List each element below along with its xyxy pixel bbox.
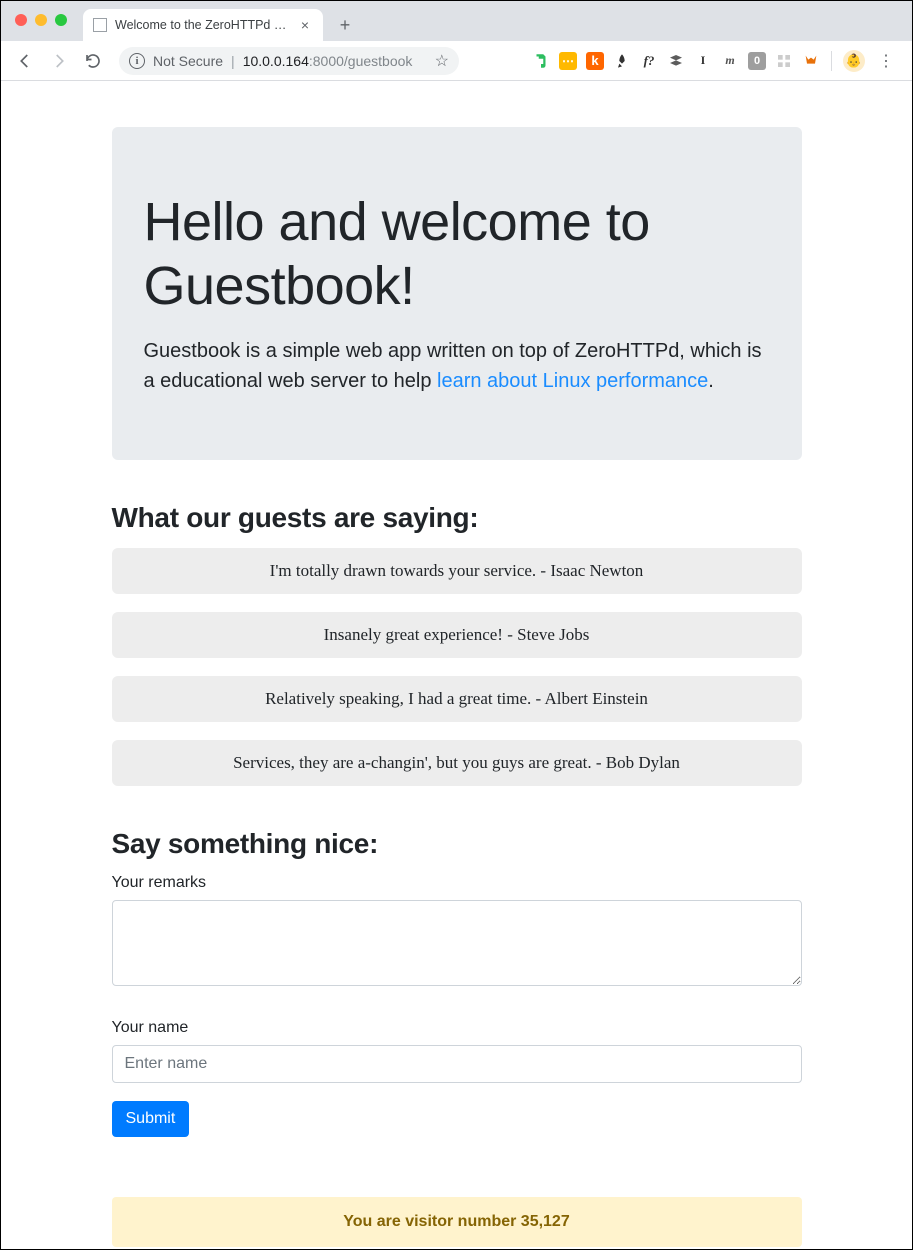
evernote-icon[interactable] (532, 52, 550, 70)
learn-link[interactable]: learn about Linux performance (437, 370, 708, 392)
site-info-icon[interactable]: i (129, 53, 145, 69)
window-controls (15, 14, 67, 26)
name-label: Your name (112, 1019, 802, 1037)
extension-m-icon[interactable]: m (721, 52, 739, 70)
rocket-icon[interactable] (613, 52, 631, 70)
toolbar-separator (831, 51, 832, 71)
remarks-input[interactable] (112, 900, 802, 986)
tab-title: Welcome to the ZeroHTTPd Gu (115, 18, 289, 32)
extension-k-icon[interactable]: k (586, 52, 604, 70)
guest-item: Services, they are a-changin', but you g… (112, 740, 802, 786)
browser-toolbar: i Not Secure | 10.0.0.164:8000/guestbook… (1, 41, 912, 81)
extension-fox-icon[interactable] (802, 52, 820, 70)
address-bar[interactable]: i Not Secure | 10.0.0.164:8000/guestbook… (119, 47, 459, 75)
page-container: Hello and welcome to Guestbook! Guestboo… (112, 81, 802, 1247)
extension-icon[interactable]: ⋯ (559, 52, 577, 70)
remarks-label: Your remarks (112, 874, 802, 892)
back-button[interactable] (11, 47, 39, 75)
reload-button[interactable] (79, 47, 107, 75)
instapaper-icon[interactable]: I (694, 52, 712, 70)
browser-tab-strip: Welcome to the ZeroHTTPd Gu × + (1, 1, 912, 41)
extension-icons: ⋯ k f? I m 0 👶 ⋮ (532, 50, 902, 72)
name-input[interactable] (112, 1045, 802, 1083)
page-title: Hello and welcome to Guestbook! (144, 191, 770, 318)
extension-grid-icon[interactable] (775, 52, 793, 70)
guests-heading: What our guests are saying: (112, 502, 802, 534)
window-minimize-button[interactable] (35, 14, 47, 26)
guest-item: I'm totally drawn towards your service. … (112, 548, 802, 594)
omnibox-separator: | (231, 53, 235, 69)
browser-tab[interactable]: Welcome to the ZeroHTTPd Gu × (83, 9, 323, 41)
visitor-banner: You are visitor number 35,127 (112, 1197, 802, 1247)
submit-button[interactable]: Submit (112, 1101, 190, 1137)
tab-favicon-icon (93, 18, 107, 32)
hero-jumbotron: Hello and welcome to Guestbook! Guestboo… (112, 127, 802, 460)
bookmark-star-icon[interactable]: ☆ (435, 51, 449, 71)
forward-button[interactable] (45, 47, 73, 75)
guest-list: I'm totally drawn towards your service. … (112, 548, 802, 786)
profile-avatar[interactable]: 👶 (843, 50, 865, 72)
new-tab-button[interactable]: + (331, 11, 359, 39)
page-viewport[interactable]: Hello and welcome to Guestbook! Guestboo… (1, 81, 912, 1249)
window-close-button[interactable] (15, 14, 27, 26)
not-secure-label: Not Secure (153, 53, 223, 69)
extension-badge-icon[interactable]: 0 (748, 52, 766, 70)
form-heading: Say something nice: (112, 828, 802, 860)
lead-paragraph: Guestbook is a simple web app written on… (144, 336, 770, 396)
buffer-icon[interactable] (667, 52, 685, 70)
guest-item: Insanely great experience! - Steve Jobs (112, 612, 802, 658)
lead-text-post: . (708, 370, 714, 392)
extension-f-icon[interactable]: f? (640, 52, 658, 70)
browser-menu-icon[interactable]: ⋮ (874, 51, 898, 71)
url-text: 10.0.0.164:8000/guestbook (243, 53, 413, 69)
window-maximize-button[interactable] (55, 14, 67, 26)
guest-item: Relatively speaking, I had a great time.… (112, 676, 802, 722)
tab-close-icon[interactable]: × (297, 17, 313, 33)
